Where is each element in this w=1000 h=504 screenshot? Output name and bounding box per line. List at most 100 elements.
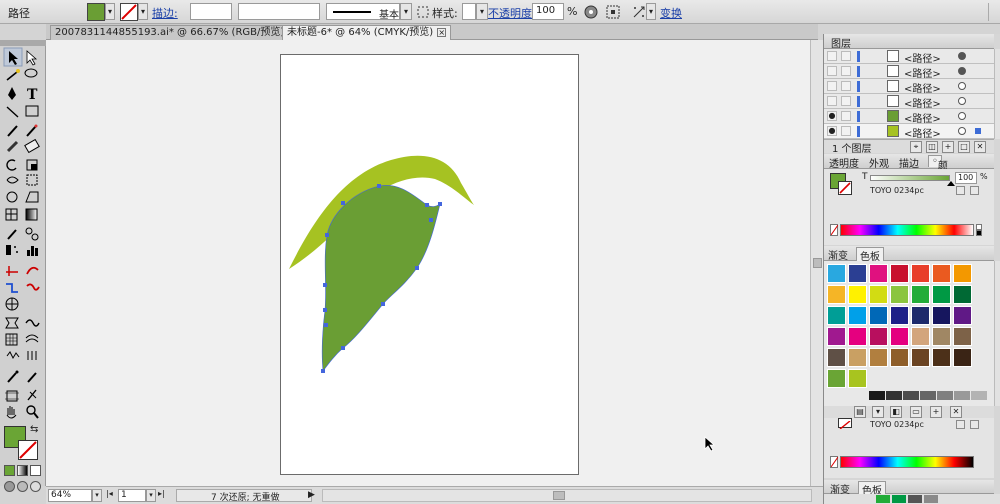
anchor-point[interactable] (323, 308, 327, 312)
color-swatch[interactable] (848, 306, 867, 325)
swatch-options-icon[interactable]: ◧ (890, 406, 902, 418)
color-swatch[interactable] (827, 348, 846, 367)
stroke-dropdown-arrow[interactable]: ▾ (138, 3, 148, 20)
brush-definition-select[interactable]: 基本 (326, 3, 400, 21)
layer-row[interactable]: <路径> (824, 79, 994, 95)
color-swatch[interactable] (953, 306, 972, 325)
style-dropdown-arrow[interactable]: ▾ (476, 3, 488, 20)
show-swatch-kinds-icon[interactable]: ▾ (872, 406, 884, 418)
anchor-point[interactable] (415, 266, 419, 270)
none-mode-icon[interactable] (30, 465, 41, 476)
lock-toggle-icon[interactable] (841, 96, 851, 106)
color-swatch[interactable] (911, 327, 930, 346)
bottom-green-swatch[interactable] (876, 495, 890, 503)
anchor-point[interactable] (429, 218, 433, 222)
transform-link[interactable]: 变换 (660, 5, 682, 21)
visibility-eye-icon[interactable] (827, 96, 837, 106)
visibility-eye-icon[interactable] (827, 81, 837, 91)
lower-none-color-box[interactable] (830, 456, 839, 468)
new-color-group-icon[interactable]: ▭ (910, 406, 922, 418)
visibility-eye-icon[interactable] (827, 51, 837, 61)
target-circle-icon[interactable] (958, 97, 966, 105)
color-swatch[interactable] (953, 264, 972, 283)
document-canvas[interactable] (46, 40, 810, 486)
artboard-dropdown-arrow[interactable]: ▾ (146, 489, 156, 502)
color-swatch[interactable] (932, 285, 951, 304)
layer-row[interactable]: <路径> (824, 49, 994, 65)
anchor-point[interactable] (323, 283, 327, 287)
tab-transparency[interactable]: 透明度 (829, 155, 859, 170)
tab-document-1[interactable]: 2007831144855193.ai* @ 66.67% (RGB/预览)× (50, 25, 303, 40)
leaf-artwork[interactable] (281, 55, 580, 476)
lock-toggle-icon[interactable] (841, 111, 851, 121)
stroke-swatch[interactable] (18, 440, 38, 460)
leaf-dark-shape[interactable] (321, 184, 441, 372)
gray-swatch[interactable] (886, 391, 902, 400)
vertical-scroll-thumb[interactable] (813, 258, 822, 268)
color-swatch[interactable] (848, 369, 867, 388)
draw-inside-icon[interactable] (30, 481, 41, 492)
color-stroke-swatch[interactable] (838, 181, 852, 195)
lock-toggle-icon[interactable] (841, 126, 851, 136)
anchor-point[interactable] (425, 203, 429, 207)
layer-row[interactable]: ● <路径> (824, 124, 994, 140)
color-swatch[interactable] (848, 327, 867, 346)
new-sublayer-icon[interactable]: + (942, 141, 954, 153)
new-layer-icon[interactable]: □ (958, 141, 970, 153)
draw-behind-icon[interactable] (17, 481, 28, 492)
horizontal-scrollbar[interactable] (322, 489, 812, 502)
anchor-point[interactable] (324, 323, 328, 327)
out-of-gamut-icon[interactable] (956, 186, 965, 195)
close-icon[interactable]: × (437, 28, 447, 37)
opacity-label[interactable]: 不透明度: (488, 5, 536, 21)
lower-websafe-icon[interactable] (970, 420, 979, 429)
target-circle-icon[interactable] (958, 127, 966, 135)
tab-color[interactable]: ◦ 颜色 (928, 155, 948, 187)
web-safe-icon[interactable] (970, 186, 979, 195)
color-swatch[interactable] (911, 285, 930, 304)
none-color-box[interactable] (830, 224, 839, 236)
layers-scrollbar[interactable] (994, 49, 1000, 139)
color-swatch[interactable] (932, 348, 951, 367)
color-swatch[interactable] (827, 306, 846, 325)
color-swatch[interactable] (827, 369, 846, 388)
gradient-mode-icon[interactable] (17, 465, 28, 476)
black-color-box[interactable] (976, 230, 982, 236)
color-swatch[interactable] (890, 264, 909, 283)
fill-color-swatch[interactable] (87, 3, 105, 21)
color-swatch[interactable] (869, 285, 888, 304)
lock-toggle-icon[interactable] (841, 66, 851, 76)
anchor-point[interactable] (321, 369, 325, 373)
zoom-field[interactable]: 64% (48, 489, 92, 502)
target-circle-icon[interactable] (958, 67, 966, 75)
target-circle-icon[interactable] (958, 82, 966, 90)
color-spectrum-bar[interactable] (840, 224, 974, 236)
zoom-dropdown-arrow[interactable]: ▾ (92, 489, 102, 502)
gray-swatch[interactable] (937, 391, 953, 400)
swatch-libraries-icon[interactable]: ▤ (854, 406, 866, 418)
lower-stroke-swatch[interactable] (838, 418, 852, 430)
locate-object-icon[interactable]: ⌖ (910, 141, 922, 153)
color-swatch[interactable] (953, 327, 972, 346)
target-circle-icon[interactable] (958, 52, 966, 60)
color-swatch[interactable] (953, 285, 972, 304)
layer-row[interactable]: <路径> (824, 94, 994, 110)
swap-fill-stroke-icon[interactable]: ⇆ (30, 424, 38, 435)
tab-document-2[interactable]: 未标题-6* @ 64% (CMYK/预览) × (282, 25, 452, 40)
status-menu-arrow[interactable]: ▶ (308, 490, 315, 500)
color-swatch[interactable] (890, 285, 909, 304)
color-swatch[interactable] (869, 306, 888, 325)
color-swatch[interactable] (890, 306, 909, 325)
color-swatch[interactable] (869, 264, 888, 283)
color-swatch[interactable] (848, 285, 867, 304)
visibility-eye-icon[interactable]: ● (827, 126, 837, 136)
stroke-color-swatch[interactable] (120, 3, 138, 21)
gray-swatch[interactable] (920, 391, 936, 400)
color-swatch[interactable] (932, 306, 951, 325)
brush-dropdown-arrow[interactable]: ▾ (400, 3, 412, 20)
color-swatch[interactable] (848, 348, 867, 367)
color-swatch[interactable] (869, 327, 888, 346)
bottom-gray-swatch-2[interactable] (924, 495, 938, 503)
color-swatch[interactable] (911, 348, 930, 367)
bottom-dark-green-swatch[interactable] (892, 495, 906, 503)
